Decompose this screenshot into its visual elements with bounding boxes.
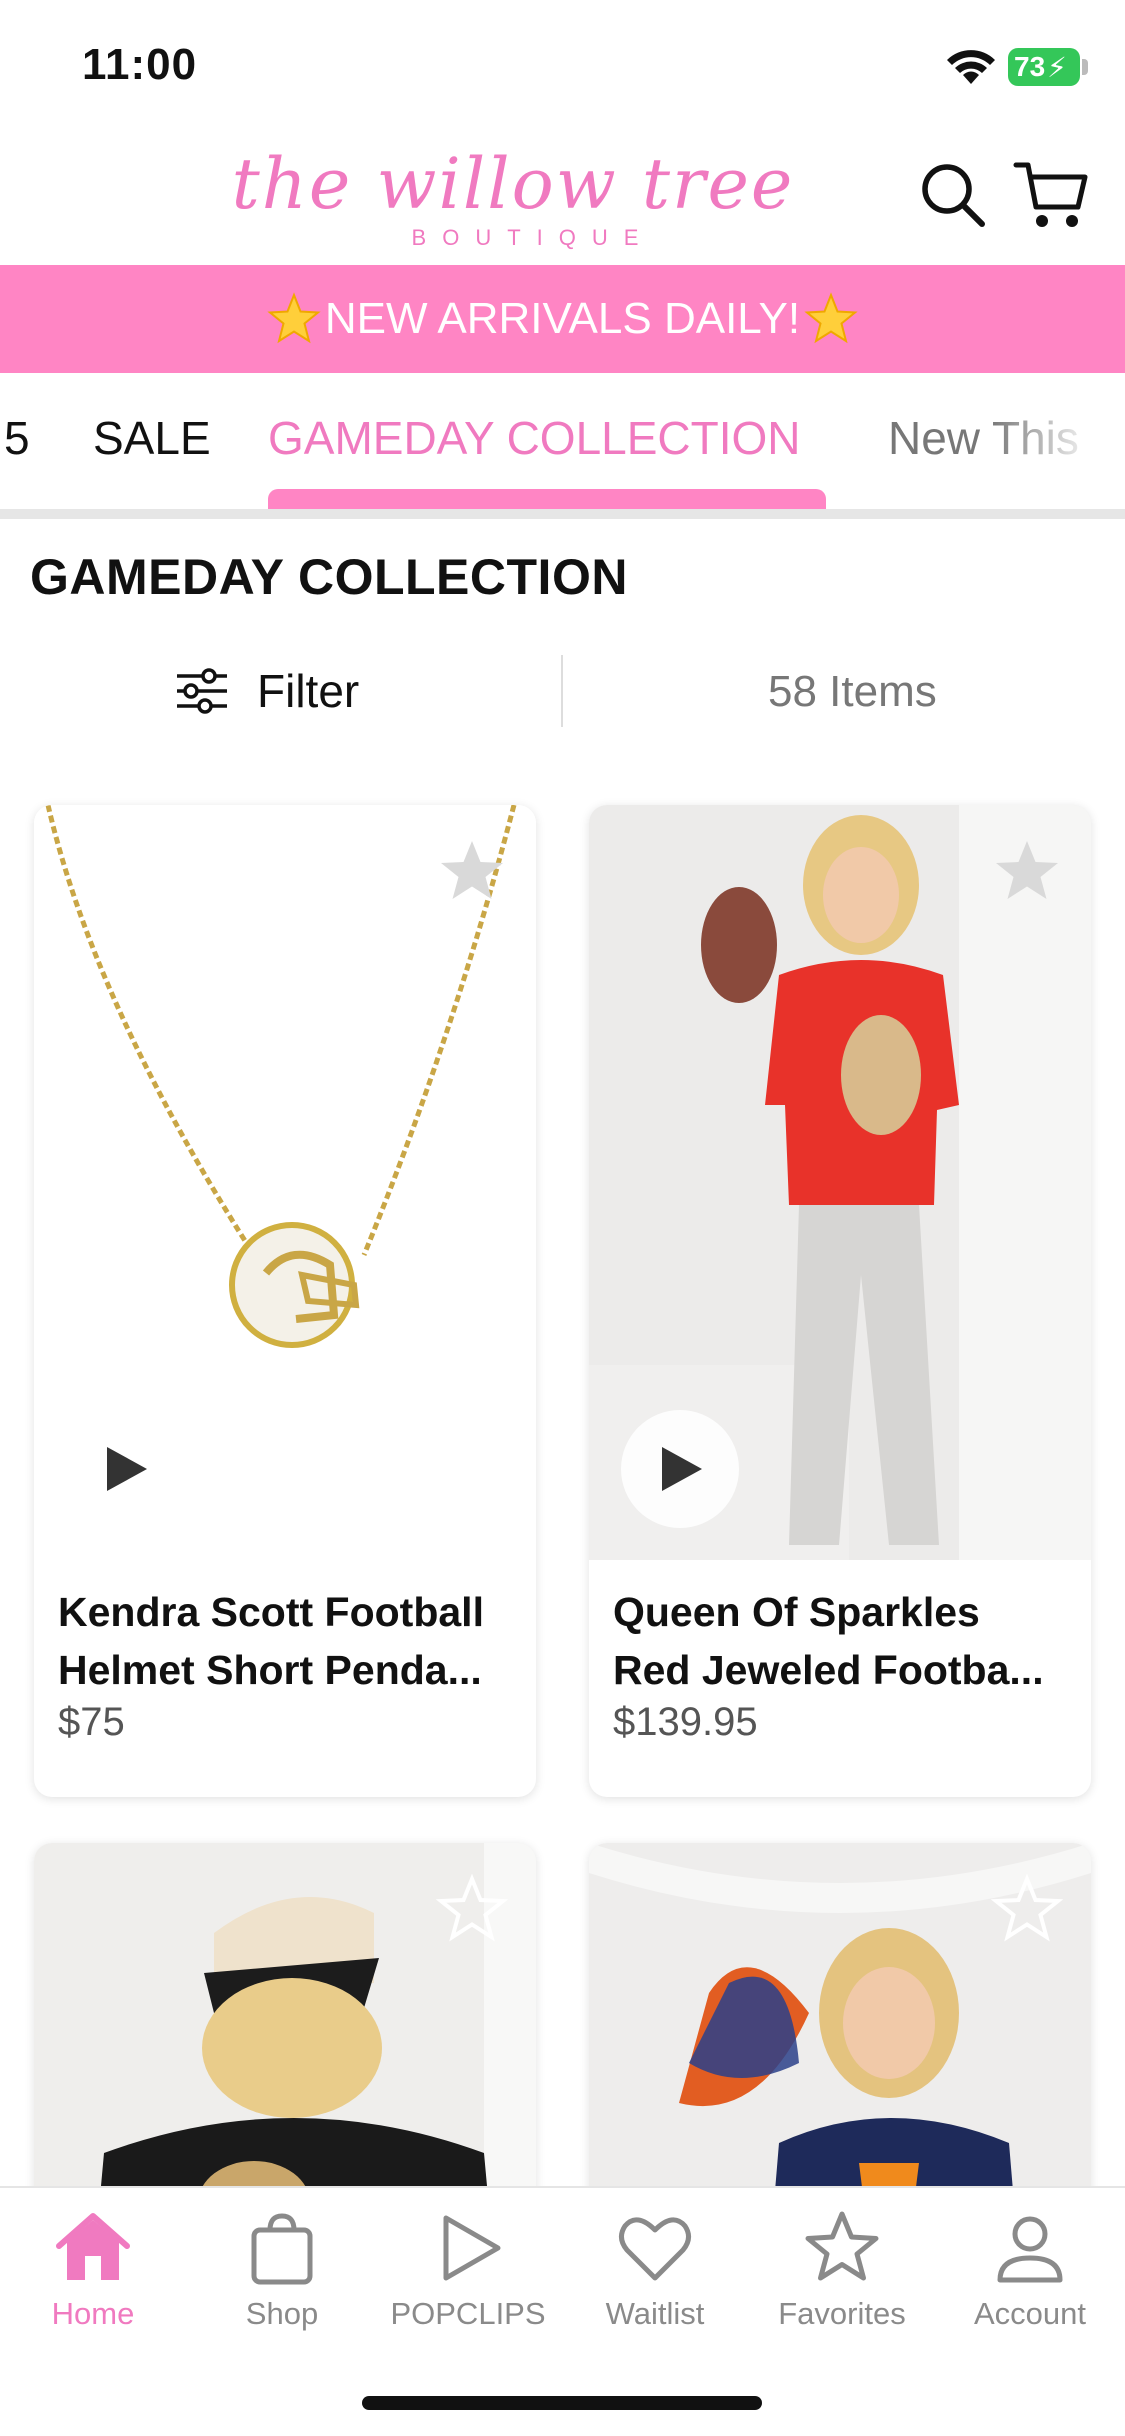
favorite-star-icon[interactable] <box>991 1873 1063 1945</box>
person-icon <box>997 2216 1063 2283</box>
page-title: GAMEDAY COLLECTION <box>30 549 628 605</box>
filter-bar: Filter 58 Items <box>0 655 1125 727</box>
tab-sale[interactable]: SALE <box>93 411 211 465</box>
logo-script: the willow tree <box>231 143 795 225</box>
product-title-line2: Red Jeweled Footba... <box>613 1647 1044 1693</box>
wifi-icon <box>947 50 995 84</box>
search-icon[interactable] <box>918 160 988 230</box>
filter-label: Filter <box>257 665 360 717</box>
cart-icon[interactable] <box>1012 155 1090 233</box>
nav-home[interactable]: Home <box>3 2208 183 2348</box>
status-bar: 11:00 73 ⚡ <box>0 0 1125 135</box>
home-icon <box>56 2213 130 2280</box>
tab-fade <box>990 373 1125 509</box>
product-title-line2: Helmet Short Penda... <box>58 1647 482 1693</box>
product-card[interactable]: Queen Of Sparkles Red Jeweled Footba... … <box>589 805 1091 1797</box>
nav-favorites[interactable]: Favorites <box>752 2208 932 2348</box>
product-price: $139.95 <box>613 1700 758 1744</box>
nav-waitlist-label: Waitlist <box>605 2296 705 2331</box>
favorite-star-icon[interactable] <box>436 1873 508 1945</box>
play-icon <box>107 1447 147 1491</box>
bag-icon <box>251 2213 313 2285</box>
star-emoji-icon <box>267 292 321 344</box>
item-count: 58 Items <box>768 667 937 716</box>
product-title[interactable]: Queen Of Sparkles Red Jeweled Footba... <box>613 1583 1073 1699</box>
star-emoji-icon <box>804 292 858 344</box>
tab-partial[interactable]: 5 <box>4 411 30 465</box>
nav-account[interactable]: Account <box>940 2208 1120 2348</box>
nav-shop[interactable]: Shop <box>192 2208 372 2348</box>
category-tabs: 5 SALE GAMEDAY COLLECTION New This <box>0 373 1125 519</box>
heart-icon <box>619 2217 691 2281</box>
promo-text: NEW ARRIVALS DAILY! <box>324 294 801 343</box>
charging-icon: ⚡ <box>1047 51 1067 83</box>
active-tab-indicator <box>268 489 826 509</box>
product-price: $75 <box>58 1700 125 1744</box>
app-header: the willow tree BOUTIQUE <box>0 135 1125 265</box>
play-icon <box>662 1447 702 1491</box>
nav-popclips-label: POPCLIPS <box>390 2296 546 2331</box>
sliders-icon <box>177 668 227 714</box>
nav-waitlist[interactable]: Waitlist <box>565 2208 745 2348</box>
favorite-star-icon[interactable] <box>991 835 1063 907</box>
tab-gameday-collection[interactable]: GAMEDAY COLLECTION <box>268 411 801 465</box>
product-image[interactable] <box>589 805 1091 1560</box>
nav-home-label: Home <box>51 2296 135 2331</box>
product-title-line1: Kendra Scott Football <box>58 1589 484 1635</box>
play-icon <box>443 2215 501 2281</box>
brand-logo[interactable]: the willow tree BOUTIQUE <box>148 143 878 253</box>
product-card[interactable]: Kendra Scott Football Helmet Short Penda… <box>34 805 536 1797</box>
home-indicator[interactable] <box>362 2396 762 2410</box>
status-time: 11:00 <box>82 40 198 89</box>
favorite-star-icon[interactable] <box>436 835 508 907</box>
promo-banner[interactable]: NEW ARRIVALS DAILY! <box>0 265 1125 373</box>
product-image[interactable] <box>34 805 536 1560</box>
play-video-button[interactable] <box>66 1410 184 1528</box>
nav-popclips[interactable]: POPCLIPS <box>378 2208 558 2348</box>
battery-cap <box>1082 59 1088 75</box>
nav-favorites-label: Favorites <box>778 2296 906 2331</box>
divider <box>561 655 563 727</box>
nav-account-label: Account <box>973 2296 1086 2331</box>
battery-indicator: 73 ⚡ <box>1008 48 1080 86</box>
product-title-line1: Queen Of Sparkles <box>613 1589 980 1635</box>
nav-shop-label: Shop <box>245 2296 319 2331</box>
battery-level: 73 <box>1014 51 1046 82</box>
play-video-button[interactable] <box>621 1410 739 1528</box>
logo-subtitle: BOUTIQUE <box>411 225 655 250</box>
star-icon <box>805 2211 879 2281</box>
product-title[interactable]: Kendra Scott Football Helmet Short Penda… <box>58 1583 518 1699</box>
filter-button[interactable]: Filter <box>175 655 359 727</box>
